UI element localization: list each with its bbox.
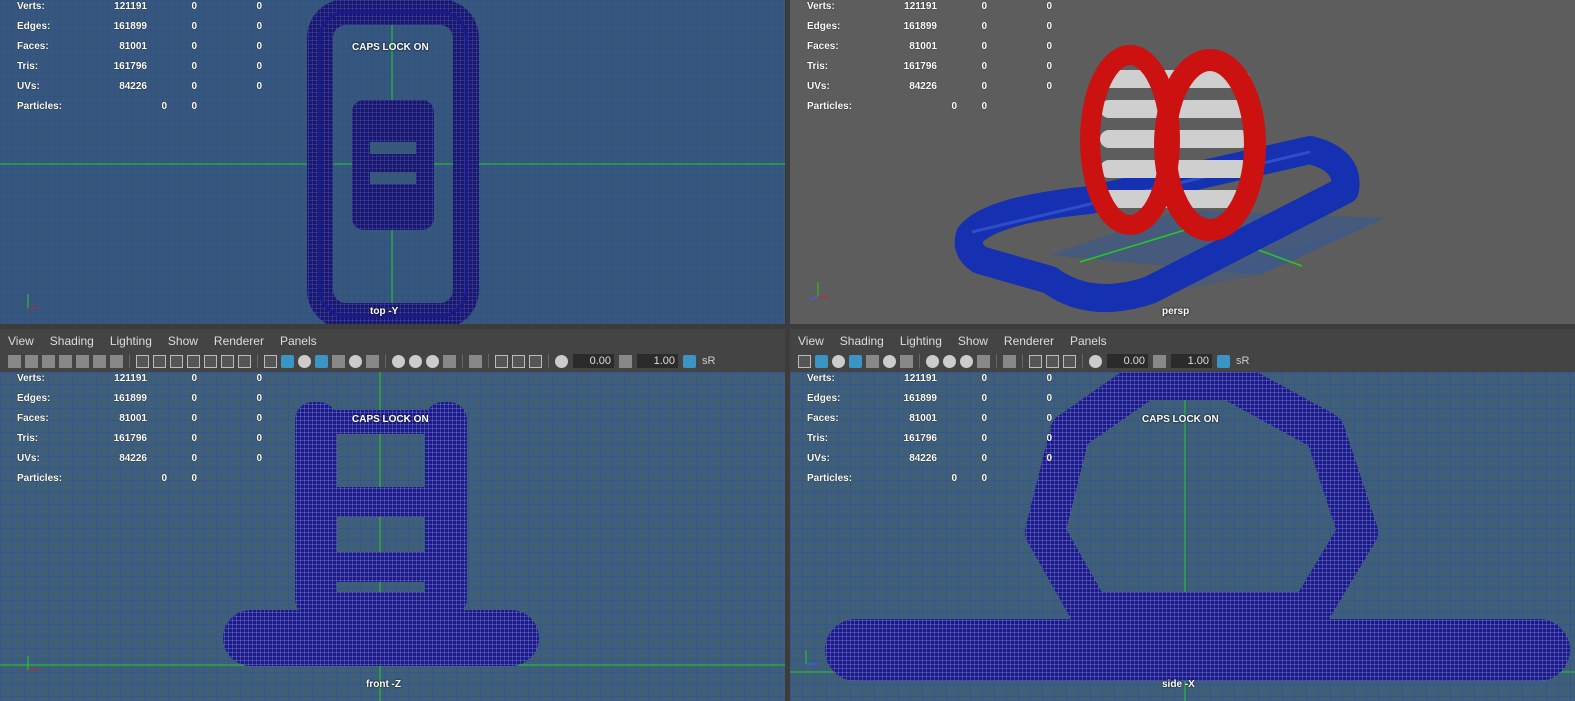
color-management-icon[interactable] — [1217, 354, 1230, 368]
panel-toolbar-front: 0.00 1.00 sR — [6, 351, 785, 371]
viewport-side[interactable]: Verts: 121191 0 0 Edges: 161899 0 0 Faces: 8100… — [790, 372, 1575, 701]
wireframe-icon[interactable] — [264, 354, 277, 368]
shadows-icon[interactable] — [900, 354, 913, 368]
panel-toolbar-side: 0.00 1.00 sR — [796, 351, 1575, 371]
toolbar-separator — [129, 354, 130, 368]
select-camera-icon[interactable] — [8, 354, 21, 368]
menu-show[interactable]: Show — [950, 334, 996, 348]
menu-show[interactable]: Show — [160, 334, 206, 348]
smooth-shade-icon[interactable] — [281, 354, 294, 368]
film-gate-icon[interactable] — [153, 354, 166, 368]
exposure-icon[interactable] — [1089, 354, 1102, 368]
view-transform-label[interactable]: sR — [1236, 355, 1249, 367]
menu-view[interactable]: View — [0, 334, 42, 348]
isolate-select-icon[interactable] — [110, 354, 123, 368]
xray-joints-icon[interactable] — [1063, 354, 1076, 368]
menu-view[interactable]: View — [790, 334, 832, 348]
exposure-icon[interactable] — [555, 354, 568, 368]
wireframe-on-shaded-icon[interactable] — [849, 354, 862, 368]
camera-label: front -Z — [366, 679, 401, 690]
menu-lighting[interactable]: Lighting — [892, 334, 950, 348]
menu-shading[interactable]: Shading — [42, 334, 102, 348]
toolbar-separator — [1082, 354, 1083, 368]
smooth-shade-icon[interactable] — [815, 354, 828, 368]
menu-shading[interactable]: Shading — [832, 334, 892, 348]
safe-action-icon[interactable] — [221, 354, 234, 368]
xray-icon[interactable] — [1029, 354, 1042, 368]
xray-active-icon[interactable] — [512, 354, 525, 368]
toolbar-separator — [996, 354, 997, 368]
camera-label: side -X — [1162, 679, 1195, 690]
isolate-icon[interactable] — [1003, 354, 1016, 368]
axis-gizmo-icon — [27, 294, 40, 309]
toolbar-separator — [1022, 354, 1023, 368]
xray-joints-icon[interactable] — [529, 354, 542, 368]
viewport-persp[interactable]: Verts: 121191 0 0 Edges: 161899 0 0 Faces: 8100… — [790, 0, 1575, 324]
anti-aliasing-icon[interactable] — [960, 354, 973, 368]
toolbar-separator — [257, 354, 258, 368]
gamma-field[interactable]: 1.00 — [1171, 354, 1212, 368]
menu-lighting[interactable]: Lighting — [102, 334, 160, 348]
menu-panels[interactable]: Panels — [1062, 334, 1115, 348]
depth-of-field-icon[interactable] — [977, 354, 990, 368]
xray-icon[interactable] — [495, 354, 508, 368]
caps-lock-indicator: CAPS LOCK ON — [1142, 414, 1219, 425]
lights-icon[interactable] — [349, 354, 362, 368]
default-material-icon[interactable] — [832, 354, 845, 368]
safe-title-icon[interactable] — [238, 354, 251, 368]
isolate-icon[interactable] — [469, 354, 482, 368]
ambient-occlusion-icon[interactable] — [392, 354, 405, 368]
motion-blur-icon[interactable] — [943, 354, 956, 368]
gate-mask-icon[interactable] — [187, 354, 200, 368]
lights-icon[interactable] — [883, 354, 896, 368]
toolbar-separator — [548, 354, 549, 368]
wireframe-icon[interactable] — [798, 354, 811, 368]
caps-lock-indicator: CAPS LOCK ON — [352, 42, 429, 53]
viewport-divider-horizontal[interactable] — [0, 324, 1575, 329]
toolbar-separator — [385, 354, 386, 368]
grid-icon[interactable] — [136, 354, 149, 368]
menu-renderer[interactable]: Renderer — [206, 334, 272, 348]
depth-of-field-icon[interactable] — [443, 354, 456, 368]
gamma-icon[interactable] — [1153, 354, 1166, 368]
viewport-top[interactable]: Verts: 121191 0 0 Edges: 161899 0 0 Faces: 8100… — [0, 0, 785, 324]
field-chart-icon[interactable] — [204, 354, 217, 368]
xray-active-icon[interactable] — [1046, 354, 1059, 368]
gamma-icon[interactable] — [619, 354, 632, 368]
exposure-field[interactable]: 0.00 — [1107, 354, 1148, 368]
anti-aliasing-icon[interactable] — [426, 354, 439, 368]
toolbar-separator — [488, 354, 489, 368]
axis-gizmo-icon — [809, 282, 829, 301]
panel-menubar-front: View Shading Lighting Show Renderer Pane… — [0, 331, 785, 351]
toolbar-separator — [462, 354, 463, 368]
bookmark-icon[interactable] — [42, 354, 55, 368]
axis-gizmo-icon — [27, 656, 40, 671]
view-transform-icon[interactable] — [93, 354, 106, 368]
wireframe-on-shaded-icon[interactable] — [315, 354, 328, 368]
menu-renderer[interactable]: Renderer — [996, 334, 1062, 348]
textured-icon[interactable] — [332, 354, 345, 368]
shadows-icon[interactable] — [366, 354, 379, 368]
camera-attributes-icon[interactable] — [25, 354, 38, 368]
default-material-icon[interactable] — [298, 354, 311, 368]
motion-blur-icon[interactable] — [409, 354, 422, 368]
caps-lock-indicator: CAPS LOCK ON — [352, 414, 429, 425]
resolution-gate-icon[interactable] — [170, 354, 183, 368]
view-transform-label[interactable]: sR — [702, 355, 715, 367]
image-plane-icon[interactable] — [59, 354, 72, 368]
camera-label: persp — [1162, 306, 1190, 317]
exposure-field[interactable]: 0.00 — [573, 354, 614, 368]
menu-panels[interactable]: Panels — [272, 334, 325, 348]
toolbar-separator — [919, 354, 920, 368]
grease-pencil-icon[interactable] — [76, 354, 89, 368]
ambient-occlusion-icon[interactable] — [926, 354, 939, 368]
textured-icon[interactable] — [866, 354, 879, 368]
axis-gizmo-icon — [805, 650, 818, 665]
gamma-field[interactable]: 1.00 — [637, 354, 678, 368]
camera-label: top -Y — [370, 306, 399, 317]
panel-menubar-side: View Shading Lighting Show Renderer Pane… — [790, 331, 1575, 351]
viewport-front[interactable]: Verts: 121191 0 0 Edges: 161899 0 0 Faces: 8100… — [0, 372, 785, 701]
color-management-icon[interactable] — [683, 354, 696, 368]
